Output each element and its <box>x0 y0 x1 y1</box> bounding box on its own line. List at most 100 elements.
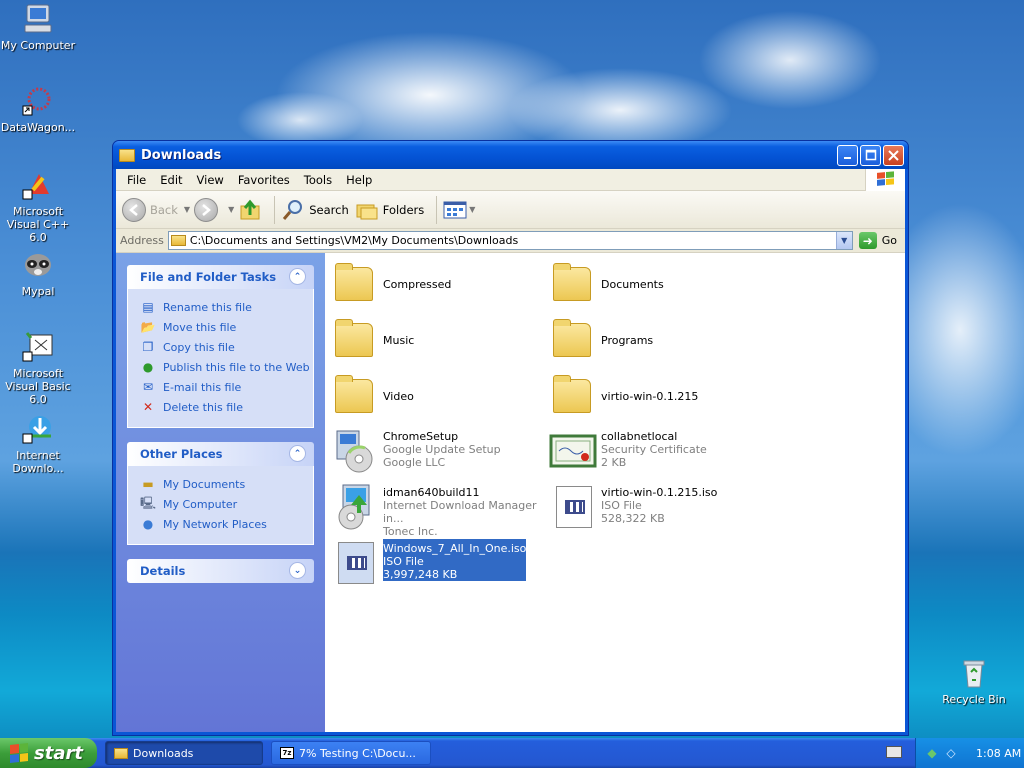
taskbar-button-downloads[interactable]: Downloads <box>105 741 263 765</box>
file-item[interactable]: Compressed <box>331 259 546 309</box>
back-dropdown-icon[interactable]: ▼ <box>184 205 190 214</box>
views-button[interactable]: ▼ <box>443 200 479 220</box>
expand-chevron-icon[interactable]: ⌄ <box>289 562 306 579</box>
address-dropdown-icon[interactable]: ▼ <box>835 232 852 249</box>
menu-help[interactable]: Help <box>339 173 379 187</box>
desktop-icon-label: Internet Downlo... <box>12 449 64 475</box>
task-label: Delete this file <box>163 400 243 414</box>
file-item[interactable]: virtio-win-0.1.215 <box>549 371 764 421</box>
menu-file[interactable]: File <box>120 173 153 187</box>
address-bar: Address C:\Documents and Settings\VM2\My… <box>116 229 905 253</box>
up-folder-button[interactable] <box>238 198 262 222</box>
other-places-panel: Other Places ⌃ ▬ My Documents 🖳 My Compute… <box>127 442 314 545</box>
close-icon <box>888 149 899 161</box>
keyboard-icon[interactable] <box>886 746 902 758</box>
maximize-button[interactable] <box>860 144 881 166</box>
file-type: Security Certificate <box>601 443 707 456</box>
taskbar-button-7zip[interactable]: 7z 7% Testing C:\Docu... <box>271 741 431 765</box>
back-label: Back <box>150 202 178 217</box>
desktop-icon-mypal[interactable]: Mypal <box>0 248 76 298</box>
desktop-icon-visual-cpp[interactable]: Microsoft Visual C++ 6.0 <box>0 168 76 244</box>
folders-icon <box>356 204 378 219</box>
desktop-icon-datawagon[interactable]: DataWagon... <box>0 84 76 134</box>
internet-download-manager-icon <box>21 412 55 446</box>
collapse-chevron-icon[interactable]: ⌃ <box>289 268 306 285</box>
details-panel: Details ⌄ <box>127 559 314 583</box>
task-publish[interactable]: ● Publish this file to the Web <box>140 357 313 377</box>
my-documents-icon: ▬ <box>142 477 154 491</box>
setup-installer-icon <box>331 427 379 475</box>
desktop-icon-label: Microsoft Visual C++ 6.0 <box>6 205 70 244</box>
task-delete[interactable]: ✕ Delete this file <box>140 397 313 417</box>
task-move[interactable]: 📂 Move this file <box>140 317 313 337</box>
file-item[interactable]: collabnetlocal Security Certificate 2 KB <box>549 427 764 477</box>
place-my-computer[interactable]: 🖳 My Computer <box>140 494 313 514</box>
folders-button[interactable]: Folders <box>355 198 424 222</box>
menu-tools[interactable]: Tools <box>297 173 339 187</box>
file-item-selected[interactable]: Windows_7_All_In_One.iso ISO File 3,997,… <box>331 539 546 589</box>
visual-basic-icon <box>21 330 55 364</box>
clock[interactable]: 1:08 AM <box>976 747 1021 760</box>
file-item[interactable]: Video <box>331 371 546 421</box>
task-copy[interactable]: ❐ Copy this file <box>140 337 313 357</box>
other-places-header[interactable]: Other Places ⌃ <box>127 442 314 466</box>
desktop-icon-label: My Computer <box>0 39 76 52</box>
panel-title: Other Places <box>140 447 223 461</box>
file-item[interactable]: Documents <box>549 259 764 309</box>
folder-icon <box>119 148 135 162</box>
task-label: Move this file <box>163 320 237 334</box>
task-rename[interactable]: ▤ Rename this file <box>140 297 313 317</box>
network-tray-icon[interactable]: ◆ <box>924 746 940 760</box>
place-my-network[interactable]: ● My Network Places <box>140 514 313 534</box>
views-dropdown-icon: ▼ <box>469 205 476 214</box>
forward-button[interactable] <box>194 197 222 222</box>
file-item[interactable]: ChromeSetup Google Update Setup Google L… <box>331 427 546 477</box>
file-item[interactable]: virtio-win-0.1.215.iso ISO File 528,322 … <box>549 483 764 533</box>
globe-icon: ● <box>142 360 154 374</box>
desktop-icon-recycle-bin[interactable]: Recycle Bin <box>936 656 1012 706</box>
file-name: Windows_7_All_In_One.iso <box>383 542 527 555</box>
file-item[interactable]: Music <box>331 315 546 365</box>
task-label: E-mail this file <box>163 380 242 394</box>
place-label: My Network Places <box>163 517 267 531</box>
windows-logo-icon <box>865 169 905 191</box>
search-icon <box>283 199 303 220</box>
close-button[interactable] <box>883 144 904 166</box>
file-folder-tasks-header[interactable]: File and Folder Tasks ⌃ <box>127 265 314 289</box>
search-button[interactable]: Search <box>281 198 349 222</box>
task-email[interactable]: ✉ E-mail this file <box>140 377 313 397</box>
window-titlebar[interactable]: Downloads <box>113 141 908 169</box>
address-field[interactable]: C:\Documents and Settings\VM2\My Documen… <box>167 231 853 250</box>
file-name: Documents <box>601 278 664 291</box>
taskbar-button-label: Downloads <box>133 746 194 760</box>
file-size: 2 KB <box>601 456 627 469</box>
menu-favorites[interactable]: Favorites <box>231 173 297 187</box>
mypal-raccoon-icon <box>21 248 55 282</box>
menu-edit[interactable]: Edit <box>153 173 189 187</box>
file-item[interactable]: idman640build11 Internet Download Manage… <box>331 483 546 538</box>
network-places-icon: ● <box>142 517 154 531</box>
file-name: collabnetlocal <box>601 430 678 443</box>
taskbar-button-label: 7% Testing C:\Docu... <box>299 746 416 760</box>
forward-dropdown-icon[interactable]: ▼ <box>228 205 234 214</box>
back-button[interactable]: Back <box>122 197 178 222</box>
details-header[interactable]: Details ⌄ <box>127 559 314 583</box>
collapse-chevron-icon[interactable]: ⌃ <box>289 445 306 462</box>
file-size: 528,322 KB <box>601 512 665 525</box>
start-button[interactable]: start <box>0 738 97 768</box>
file-type: Internet Download Manager in... <box>383 499 537 525</box>
task-label: Copy this file <box>163 340 235 354</box>
place-my-documents[interactable]: ▬ My Documents <box>140 474 313 494</box>
desktop-icon-my-computer[interactable]: My Computer <box>0 2 76 52</box>
minimize-button[interactable] <box>837 144 858 166</box>
menu-view[interactable]: View <box>190 173 231 187</box>
go-button[interactable]: ➜ Go <box>858 232 897 249</box>
folder-icon <box>331 259 379 307</box>
7zip-icon: 7z <box>280 747 294 759</box>
file-item[interactable]: Programs <box>549 315 764 365</box>
desktop-icon-internet-download[interactable]: Internet Downlo... <box>0 412 76 475</box>
desktop-icon-visual-basic[interactable]: Microsoft Visual Basic 6.0 <box>0 330 76 406</box>
go-label: Go <box>881 234 897 247</box>
safely-remove-icon[interactable]: ◇ <box>943 746 959 760</box>
file-name: ChromeSetup <box>383 430 459 443</box>
